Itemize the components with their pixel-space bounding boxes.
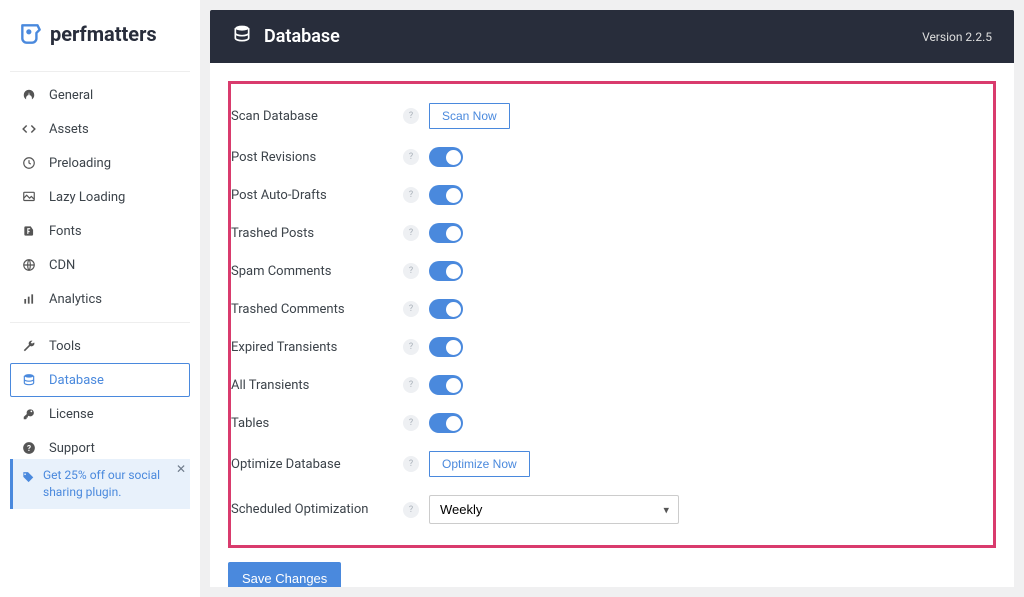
database-icon	[232, 24, 252, 49]
image-icon	[21, 189, 37, 205]
post-auto-drafts-label: Post Auto-Drafts	[231, 188, 403, 203]
globe-icon	[21, 257, 37, 273]
sidebar-item-general[interactable]: General	[10, 78, 190, 112]
brand-logo: perfmatters	[10, 15, 190, 65]
optimize-database-label: Optimize Database	[231, 457, 403, 472]
trashed-posts-toggle[interactable]	[429, 223, 463, 243]
scheduled-optimization-label: Scheduled Optimization	[231, 502, 403, 517]
help-icon[interactable]: ?	[403, 263, 419, 279]
dashboard-icon	[21, 87, 37, 103]
expired-transients-label: Expired Transients	[231, 340, 403, 355]
scheduled-optimization-select[interactable]: Weekly	[429, 495, 679, 524]
trashed-posts-label: Trashed Posts	[231, 226, 403, 241]
page-header: Database Version 2.2.5	[210, 10, 1014, 63]
help-icon[interactable]: ?	[403, 377, 419, 393]
post-revisions-toggle[interactable]	[429, 147, 463, 167]
tables-label: Tables	[231, 416, 403, 431]
chart-icon	[21, 291, 37, 307]
nav-label: General	[49, 88, 93, 103]
post-revisions-label: Post Revisions	[231, 150, 403, 165]
sidebar-item-tools[interactable]: Tools	[10, 329, 190, 363]
font-icon	[21, 223, 37, 239]
spam-comments-toggle[interactable]	[429, 261, 463, 281]
nav-label: Support	[49, 441, 95, 456]
sidebar-item-assets[interactable]: Assets	[10, 112, 190, 146]
scan-database-label: Scan Database	[231, 109, 403, 124]
spam-comments-label: Spam Comments	[231, 264, 403, 279]
tag-icon	[21, 471, 35, 490]
nav-label: Preloading	[49, 156, 111, 171]
main: Database Version 2.2.5 Scan Database ? S…	[200, 0, 1024, 597]
scan-now-button[interactable]: Scan Now	[429, 103, 510, 129]
all-transients-label: All Transients	[231, 378, 403, 393]
sidebar-item-lazy-loading[interactable]: Lazy Loading	[10, 180, 190, 214]
code-icon	[21, 121, 37, 137]
nav-label: Assets	[49, 122, 89, 137]
trashed-comments-toggle[interactable]	[429, 299, 463, 319]
sidebar-item-preloading[interactable]: Preloading	[10, 146, 190, 180]
clock-icon	[21, 155, 37, 171]
highlighted-settings-box: Scan Database ? Scan Now Post Revisions …	[228, 81, 996, 548]
help-icon[interactable]: ?	[403, 339, 419, 355]
help-icon[interactable]: ?	[403, 225, 419, 241]
brand-name: perfmatters	[50, 22, 157, 46]
nav-label: Database	[49, 373, 104, 388]
all-transients-toggle[interactable]	[429, 375, 463, 395]
help-icon[interactable]: ?	[403, 456, 419, 472]
trashed-comments-label: Trashed Comments	[231, 302, 403, 317]
optimize-now-button[interactable]: Optimize Now	[429, 451, 530, 477]
help-icon[interactable]: ?	[403, 149, 419, 165]
brand-icon	[18, 21, 44, 47]
sidebar: perfmatters General Assets Preloading	[0, 0, 200, 597]
help-icon[interactable]: ?	[403, 187, 419, 203]
database-icon	[21, 372, 37, 388]
version-text: Version 2.2.5	[922, 30, 992, 44]
help-icon[interactable]: ?	[403, 108, 419, 124]
nav-label: Lazy Loading	[49, 190, 125, 205]
nav-label: Fonts	[49, 224, 82, 239]
help-icon[interactable]: ?	[403, 301, 419, 317]
sidebar-item-analytics[interactable]: Analytics	[10, 282, 190, 316]
promo-link[interactable]: Get 25% off our social sharing plugin.	[43, 468, 160, 499]
expired-transients-toggle[interactable]	[429, 337, 463, 357]
sidebar-item-license[interactable]: License	[10, 397, 190, 431]
svg-text:?: ?	[27, 443, 31, 453]
save-changes-button[interactable]: Save Changes	[228, 562, 341, 587]
page-title: Database	[264, 26, 340, 47]
question-icon: ?	[21, 440, 37, 456]
nav-label: Tools	[49, 339, 81, 354]
nav-label: License	[49, 407, 94, 422]
wrench-icon	[21, 338, 37, 354]
nav-label: CDN	[49, 258, 75, 273]
sidebar-item-fonts[interactable]: Fonts	[10, 214, 190, 248]
key-icon	[21, 406, 37, 422]
promo-close-icon[interactable]: ✕	[176, 461, 186, 478]
post-auto-drafts-toggle[interactable]	[429, 185, 463, 205]
tables-toggle[interactable]	[429, 413, 463, 433]
sidebar-item-database[interactable]: Database	[10, 363, 190, 397]
nav-label: Analytics	[49, 292, 102, 307]
help-icon[interactable]: ?	[403, 502, 419, 518]
help-icon[interactable]: ?	[403, 415, 419, 431]
sidebar-item-cdn[interactable]: CDN	[10, 248, 190, 282]
promo-banner: Get 25% off our social sharing plugin. ✕	[10, 459, 190, 509]
